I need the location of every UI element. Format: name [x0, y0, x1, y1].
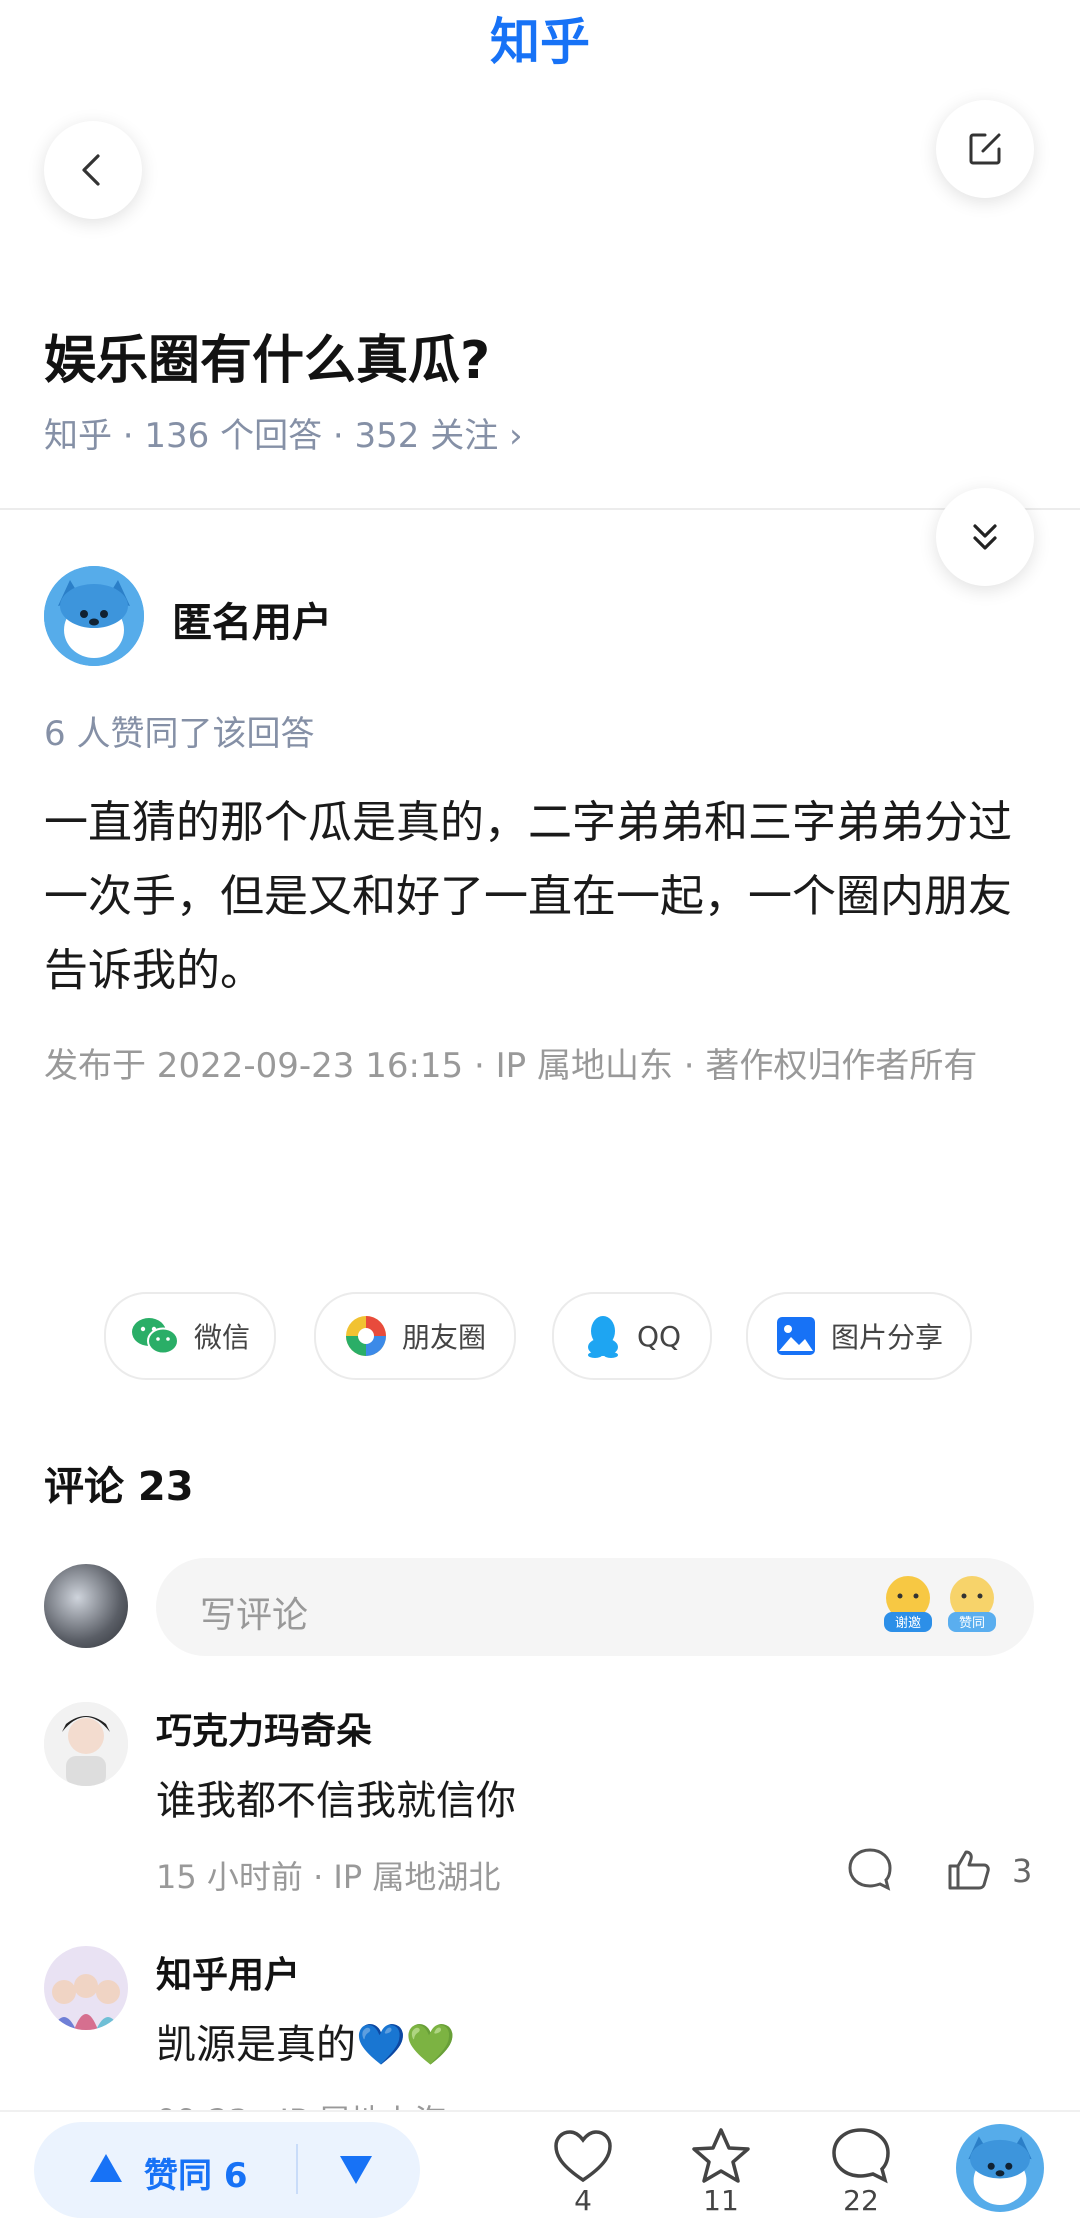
author-name[interactable]: 匿名用户 — [172, 590, 332, 648]
share-moments-button[interactable]: 朋友圈 — [314, 1292, 516, 1380]
answer-content: 一直猜的那个瓜是真的，二字弟弟和三字弟弟分过一次手，但是又和好了一直在一起，一个… — [44, 797, 1012, 996]
upvote-summary[interactable]: 6 人赞同了该回答 — [44, 706, 314, 755]
comments-button[interactable] — [830, 2126, 892, 2188]
section-divider — [0, 508, 1080, 510]
author-avatar-button[interactable] — [956, 2124, 1044, 2212]
mascot-icon — [44, 566, 144, 666]
share-qq-label: QQ — [636, 1319, 682, 1353]
share-qq-button[interactable]: QQ — [552, 1292, 712, 1380]
star-icon — [692, 2128, 750, 2183]
like-count: 4 — [574, 2184, 592, 2217]
comment-text: 谁我都不信我就信你 — [156, 1778, 516, 1824]
comments-count: 22 — [843, 2184, 879, 2217]
comment-like-button[interactable] — [944, 1846, 992, 1898]
downvote-button[interactable] — [338, 2154, 374, 2190]
vote-pill: 赞同 6 — [34, 2122, 420, 2218]
wechat-icon — [131, 1318, 179, 1355]
thumbs-up-icon — [948, 1850, 990, 1890]
svg-text:赞同: 赞同 — [959, 1616, 985, 1631]
question-meta-link[interactable]: 知乎 · 136 个回答 · 352 关注 › — [44, 408, 523, 457]
share-image-button[interactable]: 图片分享 — [746, 1292, 972, 1380]
moments-icon — [345, 1316, 386, 1356]
emoji-thanks-icon: 谢邀 — [884, 1576, 932, 1632]
share-image-label: 图片分享 — [830, 1321, 943, 1354]
back-button[interactable] — [44, 121, 142, 219]
double-chevron-down-icon — [973, 524, 997, 550]
svg-text:谢邀: 谢邀 — [895, 1615, 921, 1631]
user-avatar-icon — [44, 1946, 128, 2030]
triangle-down-icon — [340, 2156, 372, 2184]
write-answer-button[interactable] — [936, 100, 1034, 198]
share-wechat-label: 微信 — [193, 1321, 250, 1354]
upvote-button[interactable] — [88, 2152, 124, 2188]
upvote-label[interactable]: 赞同 6 — [144, 2148, 248, 2197]
comment-author-name[interactable]: 知乎用户 — [156, 1946, 300, 1998]
favorite-count: 11 — [703, 2184, 739, 2217]
qq-icon — [587, 1316, 618, 1358]
triangle-up-icon — [90, 2154, 122, 2182]
image-share-icon — [776, 1317, 815, 1355]
favorite-button[interactable] — [690, 2126, 752, 2190]
mascot-icon — [956, 2124, 1044, 2212]
comment-author-name[interactable]: 巧克力玛奇朵 — [156, 1702, 372, 1754]
author-avatar[interactable] — [44, 566, 144, 666]
emoji-agree-icon: 赞同 — [948, 1576, 996, 1632]
emoji-thanks-button[interactable]: 谢邀 — [880, 1574, 936, 1638]
comment-avatar[interactable] — [44, 1702, 128, 1786]
app-brand-title: 知乎 — [490, 13, 590, 71]
heart-icon — [554, 2130, 612, 2183]
comment-like-count: 3 — [1012, 1852, 1033, 1890]
like-button[interactable] — [552, 2128, 614, 2188]
speech-bubble-icon — [848, 1848, 892, 1891]
next-answer-button[interactable] — [936, 488, 1034, 586]
emoji-agree-button[interactable]: 赞同 — [944, 1574, 1000, 1638]
comment-input-placeholder: 写评论 — [200, 1595, 309, 1636]
edit-icon — [969, 133, 1001, 165]
share-moments-label: 朋友圈 — [401, 1321, 486, 1354]
vote-divider — [296, 2144, 298, 2194]
comment-input[interactable]: 写评论 谢邀 赞同 — [156, 1558, 1034, 1656]
comments-title: 评论 23 — [44, 1464, 194, 1510]
comment-reply-button[interactable] — [846, 1846, 894, 1898]
comment-avatar[interactable] — [44, 1946, 128, 2030]
comment-text: 凯源是真的💙💚 — [156, 2022, 456, 2068]
my-avatar — [44, 1564, 128, 1648]
chevron-left-icon — [82, 154, 100, 186]
share-wechat-button[interactable]: 微信 — [104, 1292, 276, 1380]
comment-meta: 15 小时前 · IP 属地湖北 — [156, 1858, 501, 1896]
speech-bubble-icon — [832, 2128, 890, 2184]
answer-meta: 发布于 2022-09-23 16:15 · IP 属地山东 · 著作权归作者所… — [44, 1046, 978, 1086]
user-avatar-icon — [44, 1702, 128, 1786]
question-title[interactable]: 娱乐圈有什么真瓜? — [44, 318, 490, 393]
